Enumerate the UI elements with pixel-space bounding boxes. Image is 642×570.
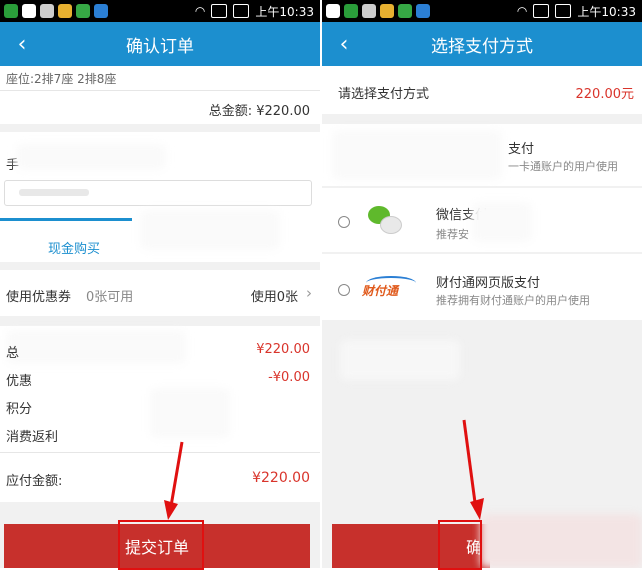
back-icon[interactable]: ‹ <box>330 30 358 58</box>
title-bar: ‹ 选择支付方式 <box>322 22 642 66</box>
coupon-use: 使用0张 <box>250 290 298 305</box>
page-title: 确认订单 <box>126 36 194 57</box>
blurred-area <box>16 144 166 170</box>
tenpay-desc: 推荐拥有财付通账户的用户使用 <box>436 294 590 307</box>
payment-option-desc: 一卡通账户的用户使用 <box>508 160 618 173</box>
chevron-right-icon: › <box>306 284 312 302</box>
total-amount: 总金额: ¥220.00 <box>208 104 310 119</box>
blurred-area <box>150 388 230 438</box>
page-title: 选择支付方式 <box>431 36 533 57</box>
amount-value: ¥220.00 <box>256 342 310 357</box>
phone-input[interactable] <box>4 180 312 206</box>
points-label: 积分 <box>6 402 33 417</box>
payable-value: ¥220.00 <box>252 470 310 486</box>
highlight-box-submit <box>118 520 204 570</box>
app-icon <box>380 4 394 18</box>
tenpay-logo-icon: 财付通 <box>362 276 418 300</box>
battery-icon <box>555 4 572 18</box>
wechat-radio[interactable] <box>338 216 350 228</box>
paw-icon <box>40 4 54 18</box>
battery-icon <box>233 4 250 18</box>
payment-option-title: 支付 <box>508 142 535 157</box>
coupon-available: 0张可用 <box>86 290 134 305</box>
shield-icon <box>94 4 108 18</box>
blurred-area <box>472 202 532 242</box>
app-icon <box>344 4 358 18</box>
status-bar: ◠ 上午10:33 <box>322 0 642 22</box>
app-icon <box>76 4 90 18</box>
arrow-down-icon <box>164 441 184 520</box>
back-icon[interactable]: ‹ <box>8 30 36 58</box>
sim-icon <box>211 4 228 18</box>
coupon-label: 使用优惠券 <box>6 290 72 305</box>
wechat-pay-desc: 推荐安 <box>436 228 469 241</box>
payment-option-tenpay[interactable]: 财付通 财付通网页版支付 推荐拥有财付通账户的用户使用 <box>322 254 642 320</box>
discount-label: 优惠 <box>6 374 33 389</box>
payment-option-wechat[interactable]: 微信支付 推荐安 <box>322 188 642 252</box>
payable-label: 应付金额: <box>6 474 63 489</box>
status-bar: ◠ 上午10:33 <box>0 0 320 22</box>
blurred-area <box>340 340 460 380</box>
app-icon <box>398 4 412 18</box>
arrow-down-icon <box>462 419 484 520</box>
tenpay-title: 财付通网页版支付 <box>436 276 541 291</box>
phone-section: 手 现金购买 <box>0 132 320 262</box>
coupon-row[interactable]: 使用优惠券 0张可用 使用0张 › <box>0 270 320 316</box>
wechat-icon <box>368 204 402 234</box>
app-icon <box>58 4 72 18</box>
blurred-area <box>140 210 280 250</box>
tab-indicator <box>0 218 132 221</box>
payment-header: 请选择支付方式 220.00元 <box>322 66 642 114</box>
blurred-area <box>332 130 502 180</box>
blurred-area <box>480 514 642 568</box>
status-time: 上午10:33 <box>255 4 314 19</box>
order-summary: 座位:2排7座 2排8座 总金额: ¥220.00 <box>0 66 320 124</box>
paw-icon <box>362 4 376 18</box>
mail-icon <box>326 4 340 18</box>
sim-icon <box>533 4 550 18</box>
highlight-box-confirm <box>438 520 482 570</box>
payment-amount: 220.00元 <box>575 87 635 102</box>
app-icon <box>4 4 18 18</box>
tab-cash-purchase[interactable]: 现金购买 <box>48 238 100 257</box>
wifi-icon: ◠ <box>516 4 528 18</box>
status-time: 上午10:33 <box>577 4 636 19</box>
title-bar: ‹ 确认订单 <box>0 22 320 66</box>
wifi-icon: ◠ <box>194 4 206 18</box>
amount-label: 总 <box>6 346 20 361</box>
tenpay-radio[interactable] <box>338 284 350 296</box>
seat-info: 座位:2排7座 2排8座 <box>6 72 117 86</box>
payment-option-card[interactable]: 支付 一卡通账户的用户使用 <box>322 124 642 186</box>
mail-icon <box>22 4 36 18</box>
rebate-label: 消费返利 <box>6 430 59 445</box>
shield-icon <box>416 4 430 18</box>
choose-payment-label: 请选择支付方式 <box>338 87 430 102</box>
blurred-area <box>6 330 186 364</box>
discount-value: -¥0.00 <box>268 370 310 385</box>
